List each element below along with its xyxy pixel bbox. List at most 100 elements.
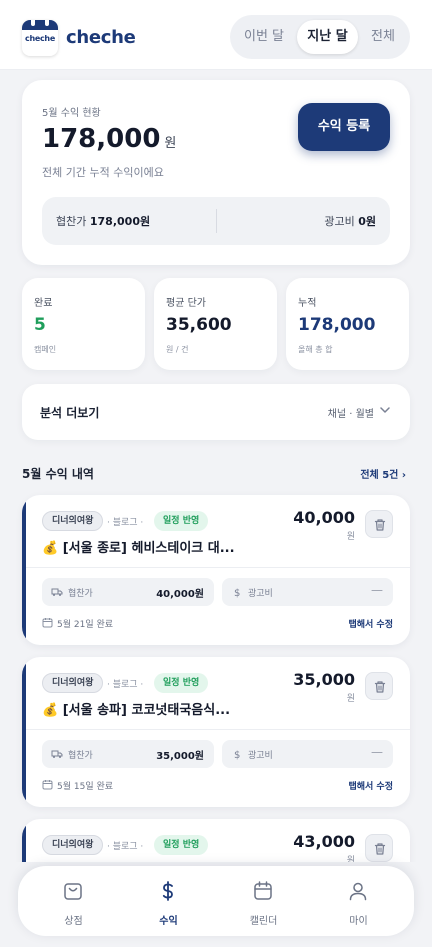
register-revenue-button[interactable]: 수익 등록 bbox=[298, 103, 390, 151]
stat-card-completed: 완료 5 캠페인 bbox=[22, 278, 145, 370]
edit-link[interactable]: 탭해서 수정 bbox=[348, 617, 393, 630]
item-amount: 40,000 bbox=[293, 508, 355, 527]
stat-value: 5 bbox=[34, 315, 46, 335]
nav-label: 상점 bbox=[64, 916, 83, 927]
item-unit: 원 bbox=[346, 694, 355, 704]
item-amount: 35,000 bbox=[293, 670, 355, 689]
channel-label: · 블로그 · bbox=[107, 518, 144, 528]
bottom-nav: 상점 수익 캘린더 마이 bbox=[18, 866, 414, 936]
nav-item-calendar[interactable]: 캘린더 bbox=[214, 866, 313, 936]
sponsor-field: 협찬가 40,000원 bbox=[42, 578, 214, 606]
stat-value: 35,600 bbox=[166, 315, 232, 335]
calendar-icon bbox=[42, 618, 53, 628]
stat-label: 완료 bbox=[34, 298, 53, 309]
field-value: 40,000원 bbox=[156, 589, 204, 600]
field-value: 35,000원 bbox=[156, 751, 204, 762]
app-header: cheche cheche 이번 달 지난 달 전체 bbox=[0, 0, 432, 70]
delete-button[interactable] bbox=[365, 834, 393, 862]
status-badge: 일정 반영 bbox=[154, 673, 209, 693]
trash-icon bbox=[374, 843, 386, 855]
field-label: 광고비 bbox=[248, 589, 273, 599]
item-title: 💰 [서울 송파] 코코넛태국음식... bbox=[42, 703, 231, 718]
tab-all[interactable]: 전체 bbox=[360, 20, 406, 54]
category-chip: 디너의여왕 bbox=[42, 835, 104, 855]
summary-label: 5월 수익 현황 bbox=[42, 108, 101, 119]
dollar-icon: $ bbox=[234, 750, 240, 760]
calendar-icon bbox=[254, 881, 272, 900]
chevron-down-icon bbox=[380, 407, 390, 413]
section-title: 5월 수익 내역 bbox=[22, 467, 94, 481]
item-accent-bar bbox=[22, 657, 26, 807]
trash-icon bbox=[374, 681, 386, 693]
summary-breakdown: 협찬가 178,000원 광고비 0원 bbox=[42, 197, 390, 245]
nav-item-revenue[interactable]: 수익 bbox=[119, 866, 218, 936]
stat-card-average: 평균 단가 35,600 원 / 건 bbox=[154, 278, 277, 370]
channel-label: · 블로그 · bbox=[107, 842, 144, 852]
status-badge: 일정 반영 bbox=[154, 835, 209, 855]
category-chip: 디너의여왕 bbox=[42, 511, 104, 531]
tab-last-month[interactable]: 지난 달 bbox=[297, 20, 358, 54]
summary-subtext: 전체 기간 누적 수익이에요 bbox=[42, 166, 164, 179]
delete-button[interactable] bbox=[365, 510, 393, 538]
app-logo: cheche bbox=[22, 20, 58, 56]
analysis-more-button[interactable]: 분석 더보기 채널 · 월별 bbox=[22, 384, 410, 440]
field-value: — bbox=[371, 745, 383, 759]
divider bbox=[216, 209, 217, 233]
analysis-sub: 채널 · 월별 bbox=[327, 409, 374, 420]
ad-field: $ 광고비 — bbox=[222, 578, 393, 606]
ad-total: 광고비 0원 bbox=[324, 215, 376, 228]
nav-item-my[interactable]: 마이 bbox=[309, 866, 408, 936]
revenue-summary-card: 5월 수익 현황 178,000 원 전체 기간 누적 수익이에요 수익 등록 협… bbox=[22, 80, 410, 265]
nav-label: 수익 bbox=[159, 916, 178, 927]
stat-label: 평균 단가 bbox=[166, 298, 206, 309]
app-name: cheche bbox=[66, 27, 136, 48]
stat-card-cumulative: 누적 178,000 올해 총 합 bbox=[286, 278, 409, 370]
channel-label: · 블로그 · bbox=[107, 680, 144, 690]
period-tabs: 이번 달 지난 달 전체 bbox=[230, 15, 410, 59]
revenue-item[interactable]: 디너의여왕 · 블로그 · 일정 반영 💰 [서울 종로] 헤비스테이크 대..… bbox=[22, 495, 410, 645]
person-icon bbox=[349, 882, 367, 901]
divider bbox=[26, 729, 410, 730]
status-badge: 일정 반영 bbox=[154, 511, 209, 531]
item-amount: 43,000 bbox=[293, 832, 355, 851]
tab-this-month[interactable]: 이번 달 bbox=[236, 20, 292, 54]
dollar-icon bbox=[162, 881, 173, 901]
stat-label: 누적 bbox=[298, 298, 317, 309]
category-chip: 디너의여왕 bbox=[42, 673, 104, 693]
field-label: 협찬가 bbox=[68, 589, 93, 599]
divider bbox=[26, 567, 410, 568]
calendar-icon bbox=[42, 780, 53, 790]
truck-icon bbox=[51, 588, 63, 596]
logo-text: cheche bbox=[25, 34, 55, 43]
dollar-icon: $ bbox=[234, 588, 240, 598]
summary-value: 178,000 원 bbox=[42, 124, 177, 154]
trash-icon bbox=[374, 519, 386, 531]
ad-field: $ 광고비 — bbox=[222, 740, 393, 768]
svg-text:$: $ bbox=[234, 750, 240, 760]
svg-text:$: $ bbox=[234, 588, 240, 598]
field-label: 협찬가 bbox=[68, 751, 93, 761]
delete-button[interactable] bbox=[365, 672, 393, 700]
nav-item-shop[interactable]: 상점 bbox=[24, 866, 123, 936]
edit-link[interactable]: 탭해서 수정 bbox=[348, 779, 393, 792]
field-value: — bbox=[371, 583, 383, 597]
revenue-item[interactable]: 디너의여왕 · 블로그 · 일정 반영 💰 [서울 송파] 코코넛태국음식...… bbox=[22, 657, 410, 807]
truck-icon bbox=[51, 750, 63, 758]
item-title: 💰 [서울 종로] 헤비스테이크 대... bbox=[42, 541, 235, 556]
nav-label: 마이 bbox=[349, 916, 368, 927]
analysis-title: 분석 더보기 bbox=[40, 406, 100, 420]
completion-date: 5월 21일 완료 bbox=[57, 620, 114, 630]
stat-sub: 캠페인 bbox=[34, 345, 57, 354]
stat-value: 178,000 bbox=[298, 315, 376, 335]
sponsor-total: 협찬가 178,000원 bbox=[56, 215, 151, 228]
stat-sub: 올해 총 합 bbox=[298, 345, 333, 354]
nav-label: 캘린더 bbox=[249, 916, 278, 927]
item-unit: 원 bbox=[346, 532, 355, 542]
item-accent-bar bbox=[22, 495, 26, 645]
view-all-link[interactable]: 전체 5건 › bbox=[360, 466, 406, 481]
stat-sub: 원 / 건 bbox=[166, 345, 189, 354]
sponsor-field: 협찬가 35,000원 bbox=[42, 740, 214, 768]
completion-date: 5월 15일 완료 bbox=[57, 782, 114, 792]
bag-icon bbox=[64, 883, 82, 900]
field-label: 광고비 bbox=[248, 751, 273, 761]
